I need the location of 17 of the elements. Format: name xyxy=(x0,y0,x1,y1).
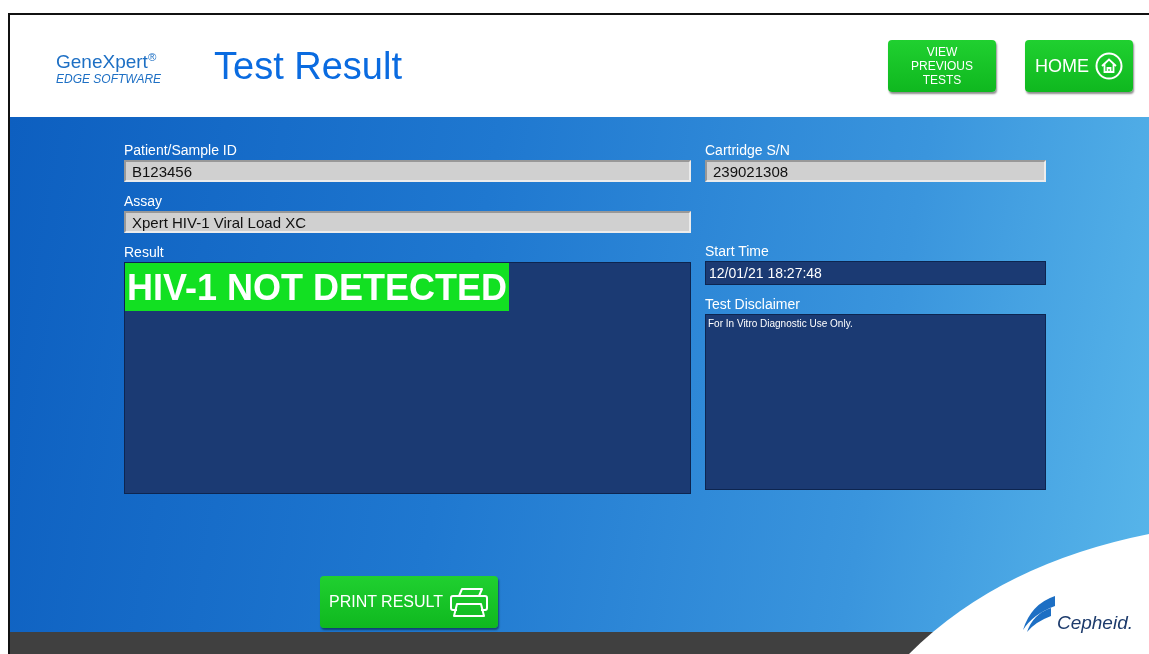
page-title: Test Result xyxy=(214,44,403,88)
text-field[interactable]: 239021308 xyxy=(705,160,1046,182)
text-field[interactable]: B123456 xyxy=(124,160,691,182)
text-field[interactable]: Xpert HIV-1 Viral Load XC xyxy=(124,211,691,233)
field-label: Result xyxy=(124,243,165,261)
field-label: Cartridge S/N xyxy=(705,141,791,159)
field-label: Test Disclaimer xyxy=(705,295,801,313)
printer-icon xyxy=(449,586,490,618)
field-label: Patient/Sample ID xyxy=(124,141,238,159)
disclaimer-box: For In Vitro Diagnostic Use Only. xyxy=(705,314,1046,490)
field-label: Assay xyxy=(124,192,164,210)
brand-name: Cepheid. xyxy=(1056,612,1133,634)
result-text: HIV-1 NOT DETECTED xyxy=(125,263,510,311)
field-label: Start Time xyxy=(705,242,770,260)
home-icon xyxy=(1095,52,1123,80)
logo-name: GeneXpert$^{®}$ xyxy=(56,50,158,73)
logo-tagline: EDGE SOFTWARE xyxy=(56,72,163,85)
